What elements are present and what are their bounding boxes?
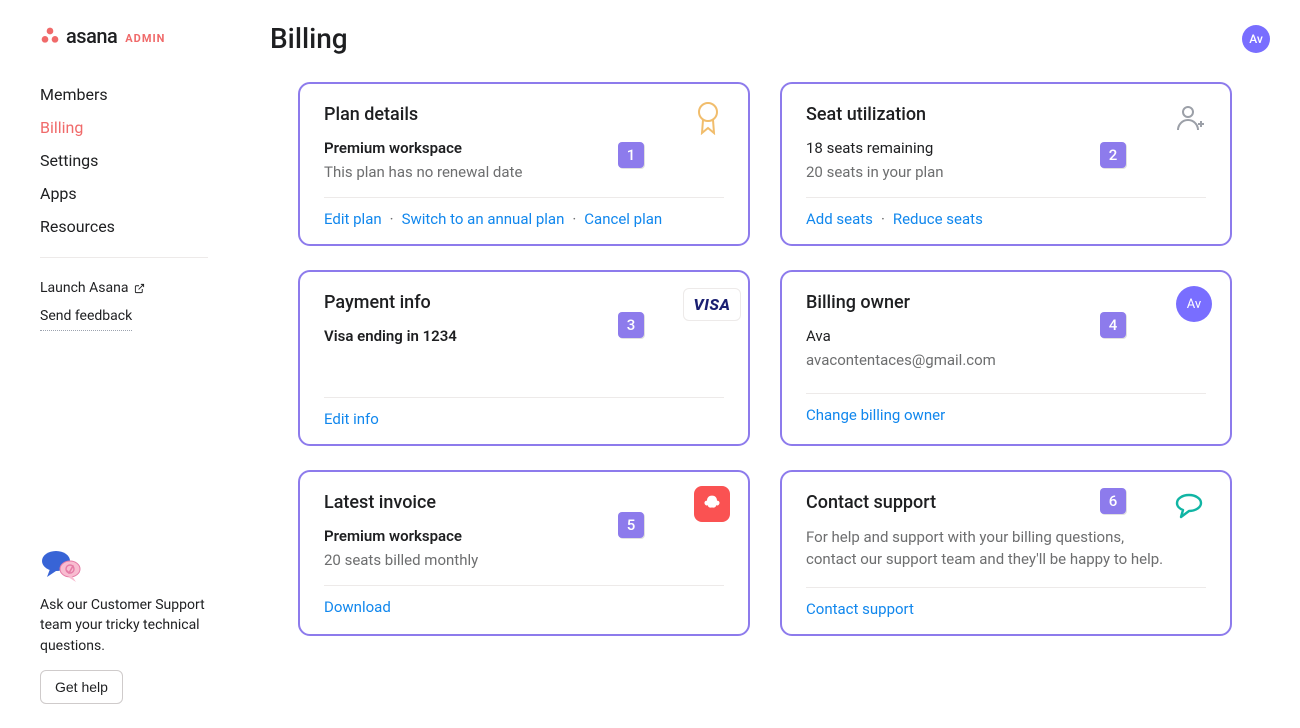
sidebar-item-settings[interactable]: Settings xyxy=(40,144,240,177)
card-title: Contact support xyxy=(806,492,1206,513)
add-seats-link[interactable]: Add seats xyxy=(806,210,873,228)
card-latest-invoice: 5 Latest invoice Premium workspace 20 se… xyxy=(298,470,750,636)
change-owner-link[interactable]: Change billing owner xyxy=(806,406,945,424)
card-actions: Add seats · Reduce seats xyxy=(806,197,1206,228)
callout-badge-2: 2 xyxy=(1100,142,1126,168)
sidebar-item-apps[interactable]: Apps xyxy=(40,177,240,210)
card-actions: Edit plan · Switch to an annual plan · C… xyxy=(324,197,724,228)
edit-plan-link[interactable]: Edit plan xyxy=(324,210,382,228)
owner-name: Ava xyxy=(806,327,1206,345)
chat-bubbles-icon xyxy=(40,549,220,579)
sidebar-item-billing[interactable]: Billing xyxy=(40,111,240,144)
seats-remaining: 18 seats remaining xyxy=(806,139,1206,157)
user-avatar[interactable]: Av xyxy=(1242,25,1270,53)
invoice-plan: Premium workspace xyxy=(324,527,724,545)
send-feedback-link[interactable]: Send feedback xyxy=(40,302,132,331)
switch-plan-link[interactable]: Switch to an annual plan xyxy=(402,210,565,228)
chat-bubble-icon xyxy=(1172,488,1208,524)
invoice-desc: 20 seats billed monthly xyxy=(324,551,724,569)
card-contact-support: 6 Contact support For help and support w… xyxy=(780,470,1232,636)
callout-badge-5: 5 xyxy=(618,512,644,538)
seats-total: 20 seats in your plan xyxy=(806,163,1206,181)
add-user-icon xyxy=(1172,100,1208,136)
card-actions: Contact support xyxy=(806,587,1206,618)
brand-logo: asana ADMIN xyxy=(40,24,240,48)
sidebar-separator xyxy=(40,257,208,258)
card-title: Seat utilization xyxy=(806,104,1206,125)
callout-badge-3: 3 xyxy=(618,312,644,338)
launch-asana-label: Launch Asana xyxy=(40,280,128,296)
pdf-icon xyxy=(694,486,730,522)
card-last4: Visa ending in 1234 xyxy=(324,327,724,345)
page-title: Billing xyxy=(270,22,348,55)
ribbon-badge-icon xyxy=(690,100,726,136)
owner-avatar: Av xyxy=(1176,286,1212,322)
plan-renewal: This plan has no renewal date xyxy=(324,163,724,181)
sidebar-item-members[interactable]: Members xyxy=(40,78,240,111)
external-link-icon xyxy=(134,283,145,294)
card-title: Payment info xyxy=(324,292,724,313)
topbar: Billing Av xyxy=(270,22,1270,55)
support-body: For help and support with your billing q… xyxy=(806,527,1176,571)
help-text: Ask our Customer Support team your trick… xyxy=(40,595,220,656)
card-title: Latest invoice xyxy=(324,492,724,513)
callout-badge-6: 6 xyxy=(1100,488,1126,514)
card-actions: Edit info xyxy=(324,397,724,428)
launch-asana-link[interactable]: Launch Asana xyxy=(40,274,240,302)
card-title: Billing owner xyxy=(806,292,1206,313)
help-block: Ask our Customer Support team your trick… xyxy=(40,549,220,704)
brand-admin-tag: ADMIN xyxy=(125,32,165,45)
contact-support-link[interactable]: Contact support xyxy=(806,600,914,618)
card-actions: Download xyxy=(324,585,724,616)
cancel-plan-link[interactable]: Cancel plan xyxy=(584,210,662,228)
card-seat-utilization: 2 Seat utilization 18 seats remaining 20… xyxy=(780,82,1232,246)
owner-email: avacontentaces@gmail.com xyxy=(806,351,1206,369)
edit-payment-link[interactable]: Edit info xyxy=(324,410,379,428)
visa-card-icon: VISA xyxy=(694,286,730,322)
asana-dots-icon xyxy=(40,26,60,46)
sidebar-item-resources[interactable]: Resources xyxy=(40,210,240,243)
card-actions: Change billing owner xyxy=(806,393,1206,424)
sidebar-nav: Members Billing Settings Apps Resources xyxy=(40,78,240,243)
sidebar: asana ADMIN Members Billing Settings App… xyxy=(0,0,240,728)
card-plan-details: 1 Plan details Premium workspace This pl… xyxy=(298,82,750,246)
billing-grid: 1 Plan details Premium workspace This pl… xyxy=(298,82,1232,636)
brand-name: asana xyxy=(66,24,117,48)
get-help-button[interactable]: Get help xyxy=(40,670,123,704)
callout-badge-4: 4 xyxy=(1100,312,1126,338)
card-payment-info: VISA 3 Payment info Visa ending in 1234 … xyxy=(298,270,750,446)
reduce-seats-link[interactable]: Reduce seats xyxy=(893,210,983,228)
plan-name: Premium workspace xyxy=(324,139,724,157)
download-invoice-link[interactable]: Download xyxy=(324,598,391,616)
visa-logo: VISA xyxy=(683,288,742,321)
callout-badge-1: 1 xyxy=(618,142,644,168)
card-billing-owner: Av 4 Billing owner Ava avacontentaces@gm… xyxy=(780,270,1232,446)
owner-avatar-wrap: Av xyxy=(1176,286,1212,322)
card-title: Plan details xyxy=(324,104,724,125)
